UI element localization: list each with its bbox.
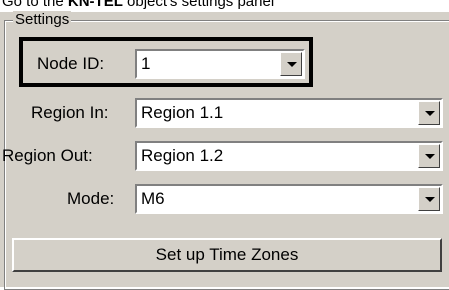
chevron-down-icon[interactable] <box>418 187 440 211</box>
mode-value: M6 <box>141 189 165 208</box>
mode-label: Mode: <box>67 189 115 208</box>
mode-combobox[interactable]: M6 <box>135 184 443 214</box>
mode-row: Mode: M6 <box>0 184 449 216</box>
region-in-label: Region In: <box>31 103 109 122</box>
caption-prefix: Go to the <box>2 0 68 10</box>
region-in-row: Region In: Region 1.1 <box>0 98 449 130</box>
caption-suffix: object's settings panel <box>122 0 275 10</box>
caption-bold: KN-TEL <box>67 0 123 10</box>
node-id-highlight-frame <box>19 37 313 87</box>
region-out-label: Region Out: <box>2 146 93 165</box>
region-in-value: Region 1.1 <box>141 103 224 122</box>
set-up-time-zones-button[interactable]: Set up Time Zones <box>12 238 442 272</box>
region-out-row: Region Out: Region 1.2 <box>0 141 449 173</box>
instruction-caption: Go to the KN-TEL object's settings panel <box>2 0 274 10</box>
region-out-value: Region 1.2 <box>141 146 224 165</box>
settings-legend: Settings <box>13 11 72 28</box>
chevron-down-icon[interactable] <box>418 144 440 168</box>
chevron-down-icon[interactable] <box>418 101 440 125</box>
region-out-combobox[interactable]: Region 1.2 <box>135 141 443 171</box>
region-in-combobox[interactable]: Region 1.1 <box>135 98 443 128</box>
